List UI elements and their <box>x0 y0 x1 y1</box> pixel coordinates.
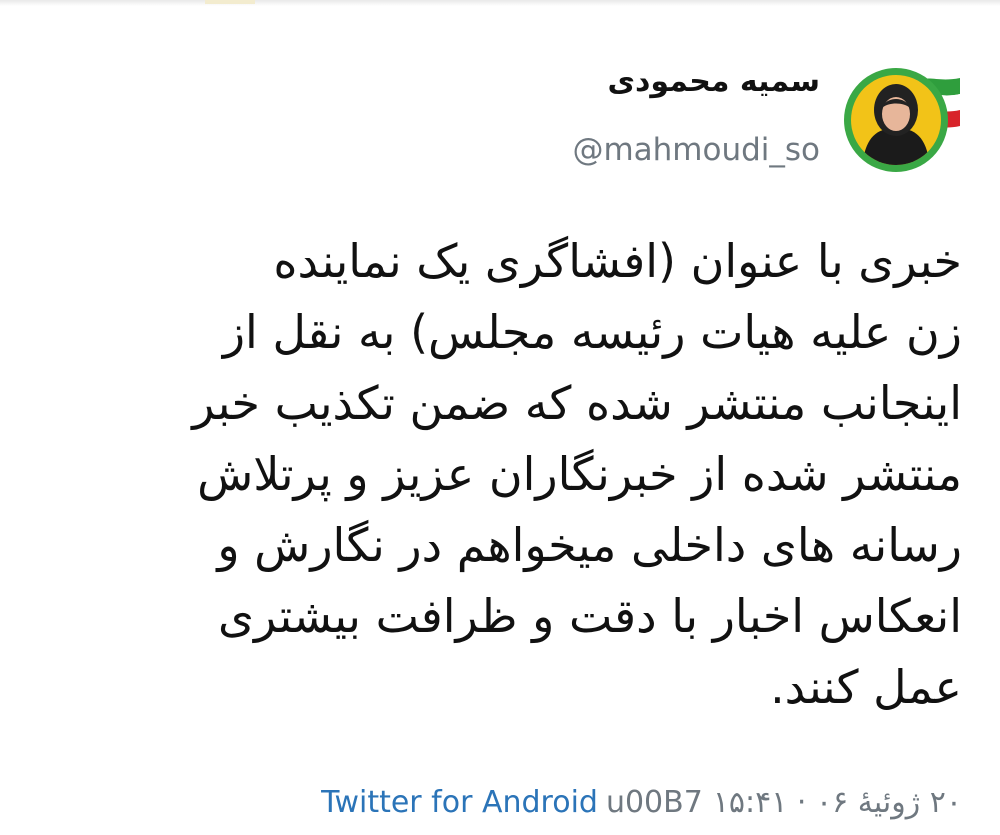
top-divider <box>0 0 1000 6</box>
author-handle[interactable]: @mahmoudi_so <box>572 130 820 170</box>
footer-separator: u00B7 <box>605 785 703 820</box>
author-identity: سمیه محمودی @mahmoudi_so <box>572 58 820 170</box>
tweet-line: زن علیه هیات رئیسه مجلس) به نقل از <box>222 305 962 359</box>
tweet-footer: Twitter for Android u00B7 ۲۰ ژوئیهٔ ۰۶ ·… <box>321 778 962 828</box>
tweet-source-link[interactable]: Twitter for Android <box>321 778 598 828</box>
tweet-header: سمیه محمودی @mahmoudi_so <box>572 58 962 178</box>
tweet-timestamp[interactable]: ۲۰ ژوئیهٔ ۰۶ · ۱۵:۴۱ <box>713 778 962 828</box>
tweet-line: منتشر شده از خبرنگاران عزیز و پرتلاش <box>197 447 962 501</box>
tweet-line: رسانه های داخلی میخواهم در نگارش و <box>217 518 962 572</box>
tweet-line: عمل کنند. <box>770 660 962 714</box>
tweet-text: خبری با عنوان (افشاگری یک نماینده زن علی… <box>62 226 962 723</box>
tweet-line: انعکاس اخبار با دقت و ظرافت بیشتری <box>218 589 962 643</box>
tweet-line: خبری با عنوان (افشاگری یک نماینده <box>273 234 962 288</box>
avatar[interactable] <box>842 58 962 178</box>
tweet-line: اینجانب منتشر شده که ضمن تکذیب خبر <box>192 376 962 430</box>
avatar-image <box>844 68 960 172</box>
author-display-name[interactable]: سمیه محمودی <box>572 62 820 102</box>
